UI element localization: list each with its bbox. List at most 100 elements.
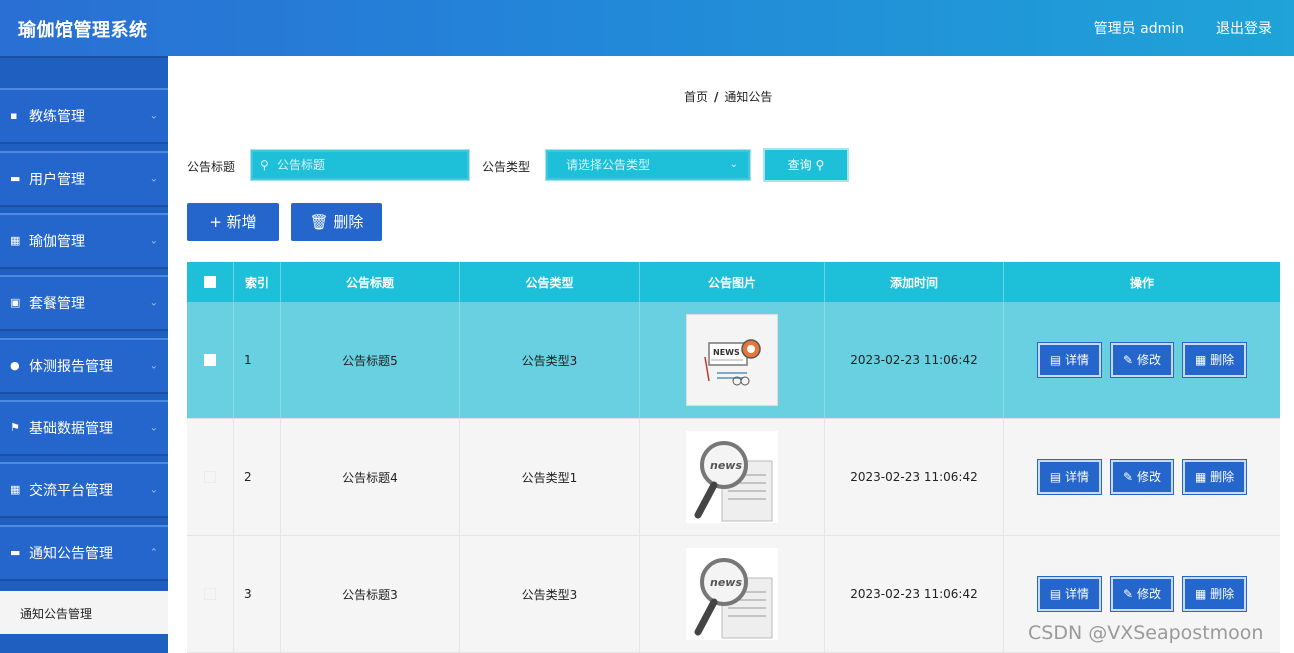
sidebar-item-partial[interactable] — [0, 56, 168, 58]
sidebar-item-label: 教练管理 — [29, 109, 85, 125]
detail-button-label: 详情 — [1065, 470, 1090, 484]
breadcrumb-separator: / — [714, 90, 719, 104]
top-header: 瑜伽馆管理系统 管理员 admin 退出登录 — [0, 0, 1294, 56]
breadcrumb-home[interactable]: 首页 — [684, 90, 708, 104]
header-time: 添加时间 — [825, 262, 1004, 302]
detail-button-label: 详情 — [1065, 353, 1090, 367]
sidebar-item-forum[interactable]: ▦ 交流平台管理 ⌄ — [0, 462, 168, 518]
sidebar-item-basedata[interactable]: ⚑ 基础数据管理 ⌄ — [0, 400, 168, 456]
doc-icon: ▤ — [1049, 587, 1062, 601]
row-time: 2023-02-23 11:06:42 — [825, 419, 1004, 535]
row-title: 公告标题3 — [281, 536, 460, 652]
detail-button[interactable]: ▤ 详情 — [1036, 576, 1103, 612]
news-magnifier-image: news — [686, 548, 778, 640]
row-checkbox[interactable] — [204, 354, 216, 366]
trash-icon: ▦ — [1194, 353, 1207, 367]
pencil-icon: ✎ — [1123, 353, 1134, 367]
breadcrumb-current: 通知公告 — [724, 90, 773, 104]
row-image-cell: news — [640, 419, 825, 535]
sidebar-item-label: 体测报告管理 — [29, 359, 113, 375]
briefcase-icon: ▪ — [10, 109, 18, 122]
news-sign-image: NEWS — [686, 314, 778, 406]
row-index: 1 — [234, 302, 281, 418]
batch-delete-label: 删除 — [333, 213, 364, 231]
title-search-label: 公告标题 — [187, 160, 236, 174]
row-type: 公告类型3 — [460, 302, 640, 418]
row-title: 公告标题4 — [281, 419, 460, 535]
title-search-placeholder: 公告标题 — [277, 158, 326, 172]
batch-delete-button[interactable]: 🗑 删除 — [291, 203, 382, 241]
comment-icon: ▣ — [10, 296, 21, 309]
logout-link[interactable]: 退出登录 — [1216, 18, 1272, 38]
sidebar-subitem-label: 通知公告管理 — [20, 607, 93, 621]
sidebar-item-label: 套餐管理 — [29, 296, 85, 312]
table-header: 索引 公告标题 公告类型 公告图片 添加时间 操作 — [187, 262, 1280, 302]
search-icon: ⚲ — [815, 158, 825, 172]
row-image-cell: NEWS — [640, 302, 825, 418]
doc-icon: ▤ — [1049, 470, 1062, 484]
table-row[interactable]: 1 公告标题5 公告类型3 NEWS 2023-02-23 11:06:42 ▤… — [187, 302, 1280, 419]
search-icon: ⚲ — [260, 158, 269, 172]
row-type: 公告类型3 — [460, 536, 640, 652]
sidebar-item-yoga[interactable]: ▦ 瑜伽管理 ⌄ — [0, 213, 168, 269]
pencil-icon: ✎ — [1123, 587, 1134, 601]
row-time: 2023-02-23 11:06:42 — [825, 302, 1004, 418]
delete-button[interactable]: ▦ 删除 — [1181, 342, 1248, 378]
header-select-all-cell — [187, 262, 234, 302]
detail-button-label: 详情 — [1065, 587, 1090, 601]
row-select-cell — [187, 536, 234, 652]
header-type: 公告类型 — [460, 262, 640, 302]
type-search-label: 公告类型 — [482, 160, 531, 174]
chevron-down-icon: ⌄ — [149, 484, 158, 496]
trash-icon: ▦ — [1194, 587, 1207, 601]
row-checkbox[interactable] — [204, 471, 216, 483]
chevron-down-icon: ⌄ — [149, 110, 158, 122]
chevron-down-icon: ⌄ — [149, 235, 158, 247]
edit-button[interactable]: ✎ 修改 — [1110, 459, 1174, 495]
edit-button[interactable]: ✎ 修改 — [1110, 342, 1174, 378]
query-button-label: 查询 — [787, 158, 812, 172]
chevron-down-icon: ⌄ — [729, 159, 738, 170]
sidebar-item-label: 通知公告管理 — [29, 546, 113, 562]
select-all-checkbox[interactable] — [204, 276, 216, 288]
svg-text:news: news — [710, 459, 742, 472]
row-index: 2 — [234, 419, 281, 535]
row-select-cell — [187, 302, 234, 418]
news-magnifier-image: news — [686, 431, 778, 523]
grid-icon: ▦ — [10, 483, 21, 496]
delete-button[interactable]: ▦ 删除 — [1181, 576, 1248, 612]
sidebar-item-notice[interactable]: ▬ 通知公告管理 ⌃ — [0, 525, 168, 581]
sidebar-item-label: 瑜伽管理 — [29, 234, 85, 250]
row-type: 公告类型1 — [460, 419, 640, 535]
edit-button[interactable]: ✎ 修改 — [1110, 576, 1174, 612]
row-checkbox[interactable] — [204, 588, 216, 600]
detail-button[interactable]: ▤ 详情 — [1036, 342, 1103, 378]
edit-button-label: 修改 — [1136, 470, 1161, 484]
add-button[interactable]: + 新增 — [187, 203, 279, 241]
query-button[interactable]: 查询 ⚲ — [763, 148, 849, 182]
sidebar-item-users[interactable]: ▬ 用户管理 ⌄ — [0, 151, 168, 207]
header-actions: 操作 — [1129, 275, 1154, 290]
type-select[interactable]: 请选择公告类型 ⌄ — [545, 149, 751, 181]
detail-button[interactable]: ▤ 详情 — [1036, 459, 1103, 495]
trash-icon: ▦ — [1194, 470, 1207, 484]
pencil-icon: ✎ — [1123, 470, 1134, 484]
sidebar-item-package[interactable]: ▣ 套餐管理 ⌄ — [0, 275, 168, 331]
grid-icon: ▦ — [10, 234, 21, 247]
user-info: 管理员 admin — [1093, 21, 1184, 37]
chevron-down-icon: ⌄ — [149, 422, 158, 434]
breadcrumb: 首页 / 通知公告 — [684, 88, 772, 105]
chevron-down-icon: ⌄ — [149, 360, 158, 372]
chevron-down-icon: ⌄ — [149, 173, 158, 185]
edit-button-label: 修改 — [1136, 587, 1161, 601]
delete-button-label: 删除 — [1210, 587, 1235, 601]
delete-button[interactable]: ▦ 删除 — [1181, 459, 1248, 495]
table-row[interactable]: 2 公告标题4 公告类型1 news 2023-02-23 11:06:42 ▤… — [187, 419, 1280, 536]
title-search-input[interactable]: ⚲ 公告标题 — [250, 149, 470, 181]
svg-text:news: news — [710, 576, 742, 589]
sidebar-item-label: 基础数据管理 — [29, 421, 113, 437]
sidebar-subitem-notice[interactable]: 通知公告管理 — [0, 591, 168, 634]
sidebar-item-coach[interactable]: ▪ 教练管理 ⌄ — [0, 88, 168, 144]
sidebar-item-report[interactable]: ● 体测报告管理 ⌄ — [0, 338, 168, 394]
chevron-down-icon: ⌄ — [149, 297, 158, 309]
